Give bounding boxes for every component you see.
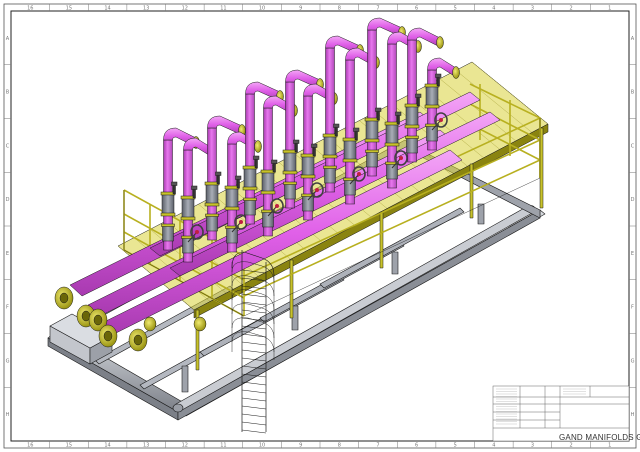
zone-label-bottom: 5	[454, 443, 457, 449]
zone-label-right: A	[631, 36, 635, 42]
zone-label-bottom: 12	[182, 443, 188, 449]
zone-label-top: 11	[220, 6, 226, 12]
zone-label-bottom: 10	[259, 443, 265, 449]
zone-label-bottom: 2	[569, 443, 572, 449]
zone-label-top: 3	[531, 6, 534, 12]
zone-label-left: B	[6, 90, 10, 96]
zone-label-top: 16	[27, 6, 33, 12]
zone-label-right: E	[631, 251, 634, 257]
zone-label-top: 4	[492, 6, 495, 12]
zone-label-right: D	[631, 197, 635, 203]
zone-label-bottom: 16	[27, 443, 33, 449]
zone-label-bottom: 8	[338, 443, 341, 449]
zone-label-top: 8	[338, 6, 341, 12]
zone-label-top: 1	[608, 6, 611, 12]
zone-label-left: D	[6, 197, 10, 203]
drawing-title: GAND MANIFOLDS GOOPS	[559, 433, 640, 442]
zone-label-right: H	[631, 412, 635, 418]
zone-label-left: G	[6, 358, 10, 364]
zone-label-right: F	[631, 305, 634, 311]
zone-label-right: B	[631, 90, 635, 96]
zone-label-bottom: 4	[492, 443, 495, 449]
zone-label-right: G	[631, 358, 635, 364]
zone-label-left: E	[6, 251, 9, 257]
zone-label-top: 15	[66, 6, 72, 12]
zone-label-bottom: 7	[376, 443, 379, 449]
zone-label-left: A	[6, 36, 10, 42]
zone-label-bottom: 11	[220, 443, 226, 449]
zone-label-top: 12	[182, 6, 188, 12]
zone-label-top: 9	[299, 6, 302, 12]
zone-label-bottom: 15	[66, 443, 72, 449]
zone-label-left: F	[6, 305, 9, 311]
drawing-canvas: 16 15 14 13 12 11 10 9 8 7 6 5 4 3 2 116 15 14 13 12 11 10 9 8 7…	[3, 3, 640, 449]
drawing-sheet: 16 15 14 13 12 11 10 9 8 7 6 5 4 3 2 1 16 15 14 13 12 11 10 9 8 7…	[0, 0, 640, 452]
zone-label-top: 13	[143, 6, 149, 12]
zone-label-left: C	[6, 143, 10, 149]
zone-label-top: 5	[454, 6, 457, 12]
zone-label-bottom: 6	[415, 443, 418, 449]
zone-label-bottom: 13	[143, 443, 149, 449]
zone-label-bottom: 14	[104, 443, 110, 449]
zone-label-top: 10	[259, 6, 265, 12]
zone-label-top: 2	[569, 6, 572, 12]
zone-label-right: C	[631, 143, 635, 149]
zone-label-top: 7	[376, 6, 379, 12]
zone-label-bottom: 3	[531, 443, 534, 449]
zone-label-bottom: 9	[299, 443, 302, 449]
zone-label-top: 6	[415, 6, 418, 12]
zone-label-top: 14	[104, 6, 110, 12]
zone-label-left: H	[6, 412, 10, 418]
zone-label-bottom: 1	[608, 443, 611, 449]
